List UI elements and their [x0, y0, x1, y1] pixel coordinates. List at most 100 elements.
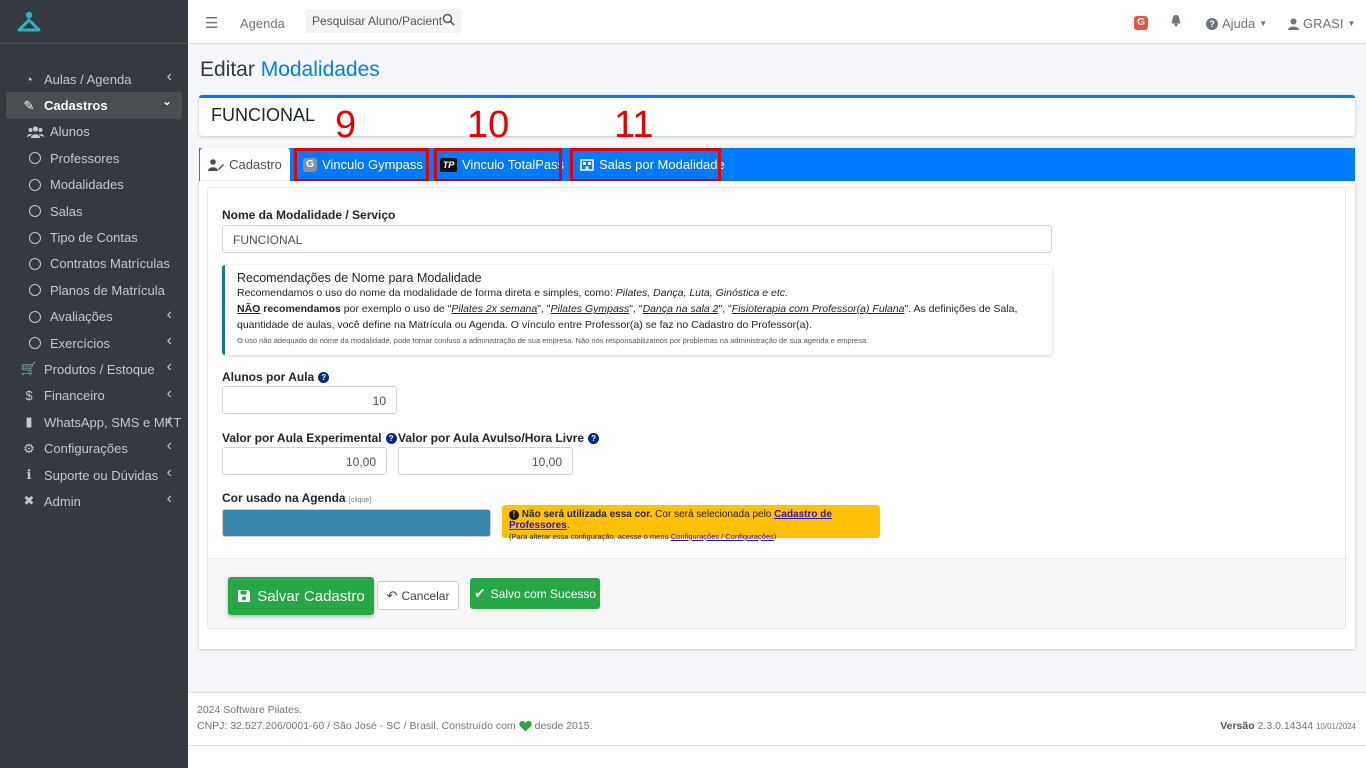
alunos-input[interactable]: 10 [222, 386, 397, 414]
sidebar-nav: ◔ Aulas / Agenda ‹ ✎ Cadastros ⌄ Alunos Profess… [0, 44, 188, 515]
exp-label-text: Valor por Aula Experimental [222, 431, 382, 445]
sidebar-item-configurações[interactable]: ⚙ Configurações ‹ [6, 435, 182, 461]
sidebar-item-whatsapp-sms-e-mkt[interactable]: ▮ WhatsApp, SMS e MKT ‹ [6, 409, 182, 435]
callout-line2: NÃO recomendamos por exemplo o uso de "P… [237, 301, 1040, 333]
callout-text: por exemplo o uso de " [340, 303, 452, 315]
search-input[interactable]: Pesquisar Aluno/Pacient [305, 9, 462, 33]
search-icon[interactable] [442, 13, 455, 26]
annotation-10: 10 [467, 104, 510, 146]
callout-example: Dança na sala 2 [642, 303, 719, 315]
highlight-box-gympass [294, 148, 429, 182]
callout-title: Recomendações de Nome para Modalidade [237, 271, 482, 285]
cancel-button[interactable]: ↶ Cancelar [377, 581, 459, 610]
sidebar-item-label: Planos de Matrícula [50, 282, 165, 298]
sidebar-item-alunos[interactable]: Alunos [6, 119, 182, 145]
page-title: Editar Modalidades [200, 58, 380, 82]
user-menu[interactable]: GRASI ▼ [1288, 16, 1355, 31]
sidebar-item-professores[interactable]: Professores [6, 145, 182, 171]
annotation-11: 11 [614, 104, 654, 146]
help-icon[interactable]: ? [588, 433, 600, 444]
warning-small-end: ) [773, 532, 777, 541]
version-date: 10/01/2024 [1315, 722, 1356, 731]
highlight-box-totalpass [434, 148, 562, 182]
gympass-badge[interactable]: G [1134, 16, 1148, 30]
sidebar-item-tipo-de-contas[interactable]: Tipo de Contas [6, 224, 182, 250]
circle-icon [26, 284, 44, 297]
warning-text: Cor será selecionada pelo [652, 509, 775, 520]
sidebar-item-label: Salas [50, 203, 83, 219]
callout-nao: NÃO [237, 303, 261, 315]
edit-icon: ✎ [23, 97, 35, 113]
callout-example: Pilates 2x semana [451, 303, 538, 315]
color-warning: ! Não será utilizada essa cor. Cor será … [502, 505, 880, 541]
color-picker[interactable] [222, 509, 491, 537]
cart-icon: 🛒 [20, 361, 38, 377]
brand[interactable] [0, 0, 188, 44]
chevron-left-icon: ‹ [166, 463, 172, 481]
sidebar-item-admin[interactable]: ✖ Admin ‹ [6, 488, 182, 514]
save-button[interactable]: Salvar Cadastro [228, 577, 374, 615]
sidebar-item-label: Exercícios [50, 335, 110, 351]
avulso-label: Valor por Aula Avulso/Hora Livre? [398, 431, 600, 445]
callout-examples: Pilates, Dança, Luta, Ginóstica e etc. [615, 287, 788, 299]
cor-hint: [clique] [348, 497, 372, 504]
callout-text: Recomendamos o uso do nome da modalidade… [237, 287, 616, 299]
sidebar-item-salas[interactable]: Salas [6, 198, 182, 224]
sidebar-item-label: Alunos [50, 124, 90, 140]
tools-icon: ✖ [23, 493, 35, 509]
warning-end: . [566, 520, 570, 531]
circle-icon [26, 152, 44, 165]
circle-icon [26, 337, 44, 350]
version-number: 2.3.0.14344 [1257, 720, 1314, 732]
sidebar-item-label: Contratos Matrículas [50, 256, 170, 272]
topbar-agenda-link[interactable]: Agenda [240, 16, 285, 31]
sidebar-item-label: Cadastros [44, 98, 108, 114]
help-icon[interactable]: ? [318, 372, 330, 383]
sidebar-item-cadastros[interactable]: ✎ Cadastros ⌄ [6, 92, 182, 119]
circle-icon [26, 231, 44, 244]
callout-example: Fisioterapia com Professor(a) Fulana [731, 303, 905, 315]
menu-toggle-icon[interactable]: ☰ [205, 14, 218, 32]
check-icon: ✔ [473, 585, 486, 601]
sidebar-item-modalidades[interactable]: Modalidades [6, 172, 182, 198]
user-name: GRASI [1303, 16, 1344, 31]
tab-cadastro[interactable]: Cadastro [200, 148, 290, 181]
sidebar-item-suporte-ou-dúvidas[interactable]: ℹ Suporte ou Dúvidas ‹ [6, 462, 182, 488]
sidebar-item-label: WhatsApp, SMS e MKT [44, 414, 182, 430]
sidebar-item-label: Financeiro [44, 388, 105, 404]
config-link[interactable]: Configurações / Configurações [671, 532, 774, 541]
help-icon[interactable]: ? [385, 433, 397, 444]
chevron-left-icon: ‹ [166, 358, 172, 376]
cor-label: Cor usado na Agenda [clique] [222, 491, 371, 505]
chevron-left-icon: ‹ [166, 331, 172, 349]
sidebar-item-produtos-estoque[interactable]: 🛒 Produtos / Estoque ‹ [6, 356, 182, 382]
sidebar-item-contratos-matrículas[interactable]: Contratos Matrículas [6, 251, 182, 277]
sidebar-item-aulas-agenda[interactable]: ◔ Aulas / Agenda ‹ [6, 66, 182, 92]
gear-icon: ⚙ [23, 440, 35, 456]
bell-icon[interactable] [1170, 14, 1182, 30]
heart-icon [518, 721, 532, 732]
sidebar-item-label: Produtos / Estoque [44, 361, 155, 377]
annotation-9: 9 [335, 104, 357, 146]
form-card: Nome da Modalidade / Serviço FUNCIONAL R… [199, 181, 1355, 649]
name-label: Nome da Modalidade / Serviço [222, 208, 396, 222]
circle-icon [26, 310, 44, 323]
avulso-input[interactable]: 10,00 [398, 447, 573, 475]
sidebar-item-label: Aulas / Agenda [44, 71, 132, 87]
sidebar-item-label: Modalidades [50, 177, 124, 193]
callout-line1: Recomendamos o uso do nome da modalidade… [237, 285, 1040, 301]
footer-version: Versão 2.3.0.14344 10/01/2024 [1220, 720, 1356, 732]
success-button[interactable]: ✔ Salvo com Sucesso [470, 578, 600, 609]
alunos-label: Alunos por Aula? [222, 370, 330, 384]
exp-input[interactable]: 10,00 [222, 447, 387, 475]
help-menu[interactable]: ? Ajuda ▼ [1206, 16, 1267, 31]
sidebar-item-exercícios[interactable]: Exercícios ‹ [6, 330, 182, 356]
sidebar-item-avaliações[interactable]: Avaliações ‹ [6, 304, 182, 330]
exclamation-icon: ! [509, 509, 519, 520]
sidebar-item-planos-de-matrícula[interactable]: Planos de Matrícula [6, 277, 182, 303]
record-header-card: FUNCIONAL [199, 95, 1355, 136]
name-input[interactable]: FUNCIONAL [222, 225, 1052, 253]
callout-rec: recomendamos [260, 303, 341, 315]
footer-cnpj: CNPJ: 32.527.206/0001-60 / São José - SC… [197, 720, 592, 732]
sidebar-item-financeiro[interactable]: $ Financeiro ‹ [6, 383, 182, 409]
